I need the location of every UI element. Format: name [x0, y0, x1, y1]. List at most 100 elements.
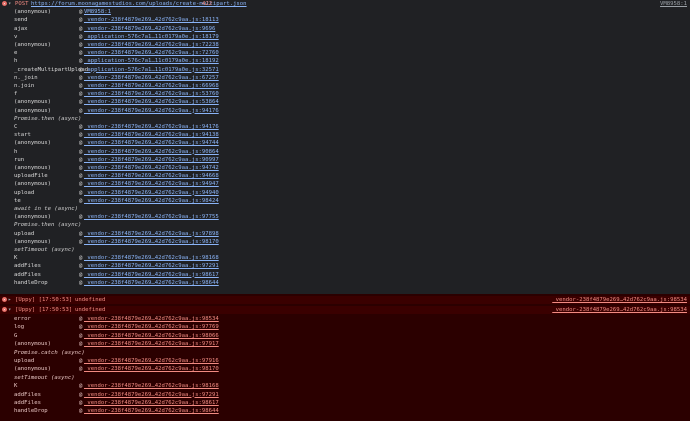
- frame-source-link[interactable]: _vendor-238f4879e269…42d762c9aa.js:98617: [84, 271, 219, 279]
- request-source-link[interactable]: VM8958:1: [660, 0, 687, 8]
- frame-function: addFiles: [14, 391, 41, 398]
- stack-frame: (anonymous) @ _vendor-238f4879e269…42d762c…: [0, 238, 690, 246]
- frame-source-link[interactable]: _vendor-238f4879e269…42d762c9aa.js:98644: [84, 407, 219, 415]
- frame-source-link[interactable]: _vendor-238f4879e269…42d762c9aa.js:94176: [84, 107, 219, 115]
- frame-source-link[interactable]: _vendor-238f4879e269…42d762c9aa.js:97916: [84, 357, 219, 365]
- frame-source-link[interactable]: _vendor-238f4879e269…42d762c9aa.js:53760: [84, 90, 219, 98]
- frame-source-link[interactable]: _vendor-238f4879e269…42d762c9aa.js:98168: [84, 382, 219, 390]
- frame-function: addFiles: [14, 400, 41, 406]
- async-boundary: setTimeout (async): [0, 374, 690, 382]
- at-symbol: @: [79, 173, 83, 180]
- stack-frame: (anonymous) @ _vendor-238f4879e269…42d762c…: [0, 340, 690, 348]
- stack-frame: (anonymous) @ _vendor-238f4879e269…42d762c…: [0, 107, 690, 115]
- async-label: Promise.catch (async): [14, 349, 85, 356]
- frame-source-link[interactable]: _vendor-238f4879e269…42d762c9aa.js:90997: [84, 156, 219, 164]
- network-error-row[interactable]: × ▾ POST https://forum.moonagamestudios.…: [0, 0, 690, 8]
- caret-down-icon[interactable]: ▾: [8, 306, 11, 314]
- stack-frame: handleDrop @ _vendor-238f4879e269…42d762c9…: [0, 279, 690, 287]
- frame-source-link[interactable]: _vendor-238f4879e269…42d762c9aa.js:9696: [84, 25, 215, 33]
- frame-source-link[interactable]: VM8958:1: [84, 8, 111, 16]
- frame-source-link[interactable]: _vendor-238f4879e269…42d762c9aa.js:97755: [84, 213, 219, 221]
- frame-source-link[interactable]: _vendor-238f4879e269…42d762c9aa.js:98644: [84, 279, 219, 287]
- frame-source-link[interactable]: _vendor-238f4879e269…42d762c9aa.js:98534: [84, 315, 219, 323]
- uppy-source-link[interactable]: _vendor-238f4879e269…42d762c9aa.js:98534: [552, 296, 687, 304]
- frame-source-link[interactable]: _vendor-238f4879e269…42d762c9aa.js:94940: [84, 189, 219, 197]
- stack-frame: addFiles @ _vendor-238f4879e269…42d762c9aa…: [0, 271, 690, 279]
- frame-function: ajax: [14, 25, 28, 32]
- at-symbol: @: [79, 383, 83, 390]
- frame-source-link[interactable]: _vendor-238f4879e269…42d762c9aa.js:94742: [84, 164, 219, 172]
- frame-source-link[interactable]: _vendor-238f4879e269…42d762c9aa.js:72760: [84, 49, 219, 57]
- frame-source-link[interactable]: _vendor-238f4879e269…42d762c9aa.js:98424: [84, 197, 219, 205]
- frame-function: C: [14, 124, 18, 130]
- uppy-text: undefined: [75, 297, 106, 303]
- uppy-tag: [Uppy] [17:50:53]: [15, 297, 73, 303]
- frame-source-link[interactable]: _vendor-238f4879e269…42d762c9aa.js:94176: [84, 123, 219, 131]
- frame-source-link[interactable]: _vendor-238f4879e269…42d762c9aa.js:97291: [84, 391, 219, 399]
- frame-source-link[interactable]: _application-576c7a1…11c0179a0e.js:18179: [84, 33, 219, 41]
- at-symbol: @: [79, 332, 83, 339]
- async-boundary: await in te (async): [0, 205, 690, 213]
- uppy-error-row[interactable]: × ▾ [Uppy] [17:50:53] undefined _vendor-…: [0, 306, 690, 315]
- frame-source-link[interactable]: _vendor-238f4879e269…42d762c9aa.js:90864: [84, 148, 219, 156]
- stack-frame: C @ _vendor-238f4879e269…42d762c9aa.js:941…: [0, 123, 690, 131]
- frame-source-link[interactable]: _vendor-238f4879e269…42d762c9aa.js:97769: [84, 323, 219, 331]
- at-symbol: @: [79, 156, 83, 163]
- at-symbol: @: [79, 124, 83, 130]
- frame-source-link[interactable]: _application-576c7a1…11c0179a0e.js:32571: [84, 66, 219, 74]
- devtools-console: × ▾ POST https://forum.moonagamestudios.…: [0, 0, 690, 421]
- stack-frame: upload @ _vendor-238f4879e269…42d762c9aa.j…: [0, 357, 690, 365]
- frame-function: uploadFile: [14, 173, 48, 180]
- frame-source-link[interactable]: _vendor-238f4879e269…42d762c9aa.js:98170: [84, 238, 219, 246]
- uppy-error-source-link[interactable]: _vendor-238f4879e269…42d762c9aa.js:98534: [552, 306, 687, 314]
- frame-function: run: [14, 156, 25, 163]
- at-symbol: @: [79, 91, 83, 98]
- frame-source-link[interactable]: _vendor-238f4879e269…42d762c9aa.js:94947: [84, 180, 219, 188]
- caret-right-icon[interactable]: ▸: [8, 296, 11, 304]
- stack-frame: _createMultipartUpload @ _application-576c…: [0, 66, 690, 74]
- at-symbol: @: [79, 165, 83, 171]
- frame-source-link[interactable]: _vendor-238f4879e269…42d762c9aa.js:97917: [84, 340, 219, 348]
- frame-function: log: [14, 324, 25, 331]
- frame-source-link[interactable]: _vendor-238f4879e269…42d762c9aa.js:98170: [84, 365, 219, 373]
- async-boundary: setTimeout (async): [0, 246, 690, 254]
- stack-frame: (anonymous) @ _vendor-238f4879e269…42d762c…: [0, 365, 690, 373]
- frame-source-link[interactable]: _vendor-238f4879e269…42d762c9aa.js:94668: [84, 172, 219, 180]
- at-symbol: @: [79, 66, 83, 73]
- stack-frame: start @ _vendor-238f4879e269…42d762c9aa.js…: [0, 131, 690, 139]
- frame-function: (anonymous): [14, 366, 52, 373]
- frame-source-link[interactable]: _vendor-238f4879e269…42d762c9aa.js:66968: [84, 82, 219, 90]
- frame-function: v: [14, 33, 18, 40]
- at-symbol: @: [79, 33, 83, 40]
- at-symbol: @: [79, 42, 83, 48]
- frame-function: (anonymous): [14, 238, 52, 245]
- frame-source-link[interactable]: _vendor-238f4879e269…42d762c9aa.js:98168: [84, 254, 219, 262]
- frame-source-link[interactable]: _vendor-238f4879e269…42d762c9aa.js:72238: [84, 41, 219, 49]
- frame-function: (anonymous): [14, 42, 52, 48]
- at-symbol: @: [79, 324, 83, 331]
- frame-source-link[interactable]: _vendor-238f4879e269…42d762c9aa.js:67257: [84, 74, 219, 82]
- at-symbol: @: [79, 9, 83, 16]
- at-symbol: @: [79, 181, 83, 188]
- async-label: Promise.then (async): [14, 115, 82, 122]
- frame-source-link[interactable]: _vendor-238f4879e269…42d762c9aa.js:98617: [84, 399, 219, 407]
- frame-function: upload: [14, 358, 35, 364]
- at-symbol: @: [79, 148, 83, 155]
- caret-down-icon[interactable]: ▾: [8, 0, 11, 8]
- frame-function: (anonymous): [14, 140, 52, 147]
- at-symbol: @: [79, 255, 83, 262]
- async-label: setTimeout (async): [14, 374, 75, 381]
- frame-source-link[interactable]: _vendor-238f4879e269…42d762c9aa.js:94744: [84, 139, 219, 147]
- status-code: 422: [202, 1, 213, 7]
- uppy-message-row[interactable]: × ▸ [Uppy] [17:50:53] undefined _vendor-…: [0, 296, 690, 305]
- frame-source-link[interactable]: _vendor-238f4879e269…42d762c9aa.js:98066: [84, 332, 219, 340]
- frame-source-link[interactable]: _vendor-238f4879e269…42d762c9aa.js:94138: [84, 131, 219, 139]
- request-url[interactable]: https://forum.moonagamestudios.com/uploa…: [31, 0, 247, 8]
- frame-source-link[interactable]: _application-576c7a1…11c0179a0e.js:18192: [84, 57, 219, 65]
- frame-source-link[interactable]: _vendor-238f4879e269…42d762c9aa.js:97898: [84, 230, 219, 238]
- frame-source-link[interactable]: _vendor-238f4879e269…42d762c9aa.js:18113: [84, 16, 219, 24]
- frame-source-link[interactable]: _vendor-238f4879e269…42d762c9aa.js:97291: [84, 262, 219, 270]
- frame-source-link[interactable]: _vendor-238f4879e269…42d762c9aa.js:53864: [84, 98, 219, 106]
- frame-function: n.join: [14, 83, 35, 89]
- stack-frame: (anonymous) @ _vendor-238f4879e269…42d762c…: [0, 213, 690, 221]
